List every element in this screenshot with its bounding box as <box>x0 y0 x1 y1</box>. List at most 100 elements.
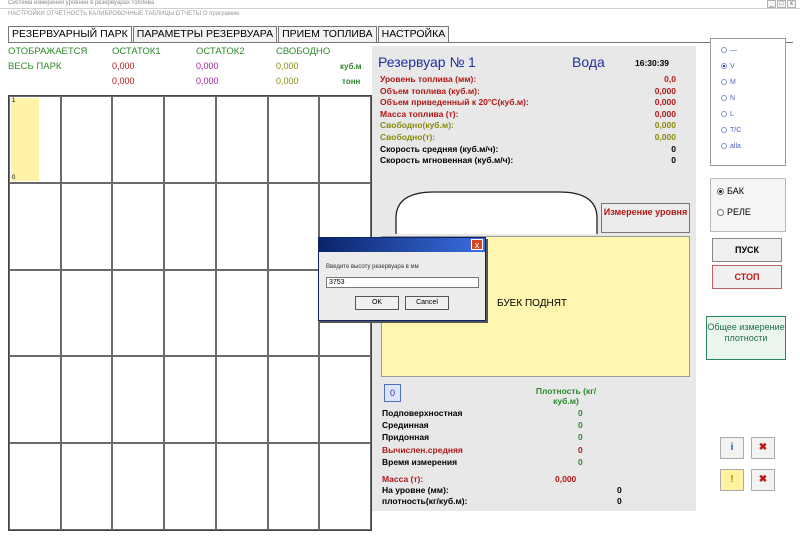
tab-tank-params[interactable]: ПАРАМЕТРЫ РЕЗЕРВУАРА <box>132 26 278 42</box>
tank-cell[interactable] <box>60 96 113 183</box>
param-value: 0,000 <box>654 85 676 96</box>
tank-cell[interactable] <box>60 269 113 357</box>
unit-radio-label: V <box>730 63 735 70</box>
tank-cell[interactable] <box>267 182 320 270</box>
tab-settings[interactable]: НАСТРОЙКА <box>377 26 450 42</box>
tank-cell[interactable] <box>319 356 371 444</box>
tank-cell[interactable] <box>164 96 216 183</box>
unit-t: тонн <box>342 77 361 86</box>
tank-cell[interactable] <box>164 356 216 444</box>
measure-level-button[interactable]: Измерение уровня <box>601 203 690 233</box>
tank-cell[interactable] <box>9 443 61 530</box>
tank-cell[interactable] <box>164 182 216 270</box>
tank-cell[interactable] <box>267 96 320 183</box>
density-index-button[interactable]: 0 <box>384 384 401 402</box>
menu-items[interactable]: НАСТРОЙКИ ОТЧЕТНОСТЬ КАЛИБРОВОЧНЫЕ ТАБЛИ… <box>8 11 240 17</box>
general-density-button[interactable]: Общее измерение плотности <box>706 316 786 360</box>
tank-cell[interactable] <box>319 443 371 530</box>
density-row-value: 0 <box>578 420 583 431</box>
dialog-cancel-button[interactable]: Cancel <box>405 296 449 310</box>
info-icon[interactable]: i <box>720 437 744 459</box>
radio-dot-icon <box>721 127 727 134</box>
unit-radio-label: alla <box>730 143 741 150</box>
unit-radio-option[interactable]: V <box>721 63 735 70</box>
dialog-close-button[interactable]: x <box>471 239 483 250</box>
radio-dot-icon <box>717 188 724 196</box>
mode-radio-group: БАК РЕЛЕ <box>710 178 786 232</box>
close-x-icon[interactable]: ✖ <box>751 437 775 459</box>
tank-cell[interactable] <box>9 269 61 357</box>
title-bar: Система измерения уровней в резервуарах … <box>0 0 800 9</box>
tank-cell[interactable] <box>60 182 113 270</box>
density-row-label: Подповерхностная <box>382 408 463 418</box>
maximize-button[interactable]: □ <box>777 0 786 8</box>
tank-cell[interactable]: 10 <box>9 96 61 183</box>
tab-fuel-receipt[interactable]: ПРИЕМ ТОПЛИВА <box>278 26 377 42</box>
unit-radio-option[interactable]: T/C <box>721 127 741 134</box>
tank-height-input[interactable]: 3753 <box>326 277 479 288</box>
tank-cell[interactable] <box>112 96 165 183</box>
free-m3: 0,000 <box>276 61 299 71</box>
tank-cell[interactable] <box>9 356 61 444</box>
unit-radio-option[interactable]: alla <box>721 143 741 150</box>
tank-height-dialog: x Введите высоту резервуара в мм 3753 OK… <box>318 237 486 321</box>
tank-cell[interactable] <box>112 443 165 530</box>
density-row-value: 0 <box>578 444 583 455</box>
tank-cell[interactable] <box>164 269 216 357</box>
tank-cell[interactable] <box>112 182 165 270</box>
density-row-label: Время измерения <box>382 456 458 467</box>
radio-dot-icon <box>721 47 727 54</box>
header-free: СВОБОДНО <box>276 46 331 57</box>
unit-radio-option[interactable]: N <box>721 95 735 102</box>
tank-cell[interactable] <box>215 443 268 530</box>
param-label: Объем топлива (куб.м): <box>380 85 480 96</box>
unit-radio-option[interactable]: — <box>721 47 737 54</box>
tank-cell[interactable] <box>164 443 216 530</box>
tank-cell[interactable] <box>267 269 320 357</box>
unit-radio-label: N <box>730 95 736 102</box>
warning-icon[interactable]: ! <box>720 469 744 491</box>
tank-cell[interactable] <box>60 443 113 530</box>
close-window-button[interactable]: x <box>787 0 796 8</box>
start-button[interactable]: ПУСК <box>712 238 782 262</box>
header-all-park: ВЕСЬ ПАРК <box>8 61 62 72</box>
tank-cell[interactable] <box>215 96 268 183</box>
dialog-ok-button[interactable]: OK <box>355 296 399 310</box>
tank-cell[interactable] <box>112 269 165 357</box>
param-value: 0 <box>671 143 676 154</box>
mode-radio-option[interactable]: БАК <box>717 186 744 196</box>
stop-button[interactable]: СТОП <box>712 265 782 289</box>
rest1-m3: 0,000 <box>112 61 135 71</box>
tank-cell[interactable] <box>60 356 113 444</box>
window-controls: _ □ x <box>767 0 796 8</box>
tank-title: Резервуар № <box>378 54 465 70</box>
mode-radio-option[interactable]: РЕЛЕ <box>717 207 751 217</box>
mass-label: Масса (т): <box>382 474 424 484</box>
tank-cell[interactable] <box>215 182 268 270</box>
tank-cell[interactable] <box>215 356 268 444</box>
tank-cell[interactable] <box>215 269 268 357</box>
unit-radio-option[interactable]: L <box>721 111 734 118</box>
tab-divider <box>8 42 793 43</box>
density-row-value: 0 <box>578 432 583 443</box>
menu-bar: НАСТРОЙКИ ОТЧЕТНОСТЬ КАЛИБРОВОЧНЫЕ ТАБЛИ… <box>0 10 800 20</box>
unit-radio-option[interactable]: M <box>721 79 736 86</box>
tank-cell[interactable] <box>267 356 320 444</box>
density-row-label: Придонная <box>382 432 430 443</box>
tank-cell[interactable] <box>267 443 320 530</box>
tank-cell[interactable] <box>319 96 371 183</box>
tank-cell[interactable] <box>9 182 61 270</box>
tank-shape <box>395 191 598 234</box>
tab-strip: РЕЗЕРВУАРНЫЙ ПАРК ПАРАМЕТРЫ РЕЗЕРВУАРА П… <box>8 26 450 43</box>
minimize-button[interactable]: _ <box>767 0 776 8</box>
tank-number: 1 <box>468 54 476 70</box>
rest2-m3: 0,000 <box>196 61 219 71</box>
density-row-value: 0 <box>578 456 583 467</box>
radio-dot-icon <box>721 79 727 86</box>
unit-radio-label: L <box>730 111 734 118</box>
tab-tank-park[interactable]: РЕЗЕРВУАРНЫЙ ПАРК <box>8 26 132 43</box>
unit-radio-label: T/C <box>730 127 742 134</box>
unit-radio-group: — V M N L T/C alla <box>710 38 786 166</box>
delete-x-icon[interactable]: ✖ <box>751 469 775 491</box>
tank-cell[interactable] <box>112 356 165 444</box>
